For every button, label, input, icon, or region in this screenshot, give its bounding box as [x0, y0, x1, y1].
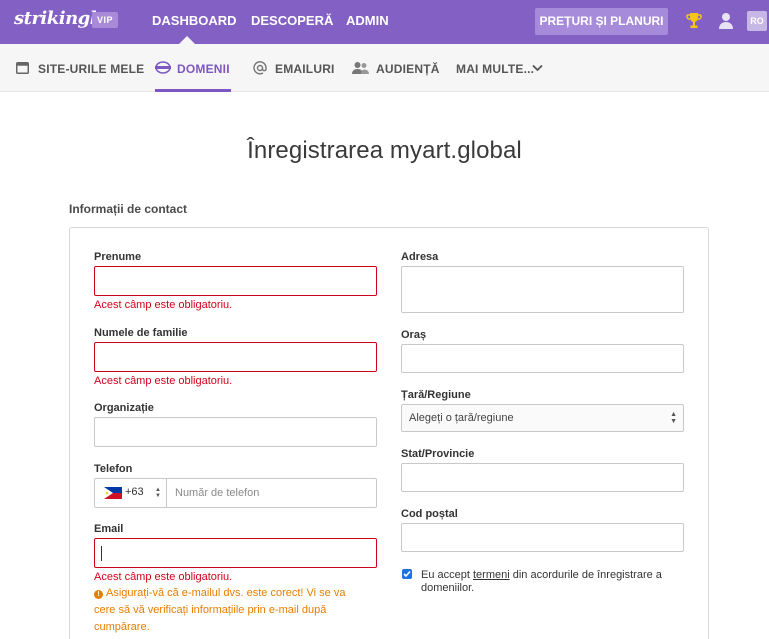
active-tab-indicator — [155, 89, 231, 92]
tab-label: SITE-URILE MELE — [38, 62, 145, 76]
language-selector[interactable]: RO — [747, 11, 767, 31]
city-label: Oraș — [401, 329, 427, 341]
state-label: Stat/Provincie — [401, 448, 475, 460]
country-code: +63 — [125, 486, 144, 498]
country-label: Țară/Regiune — [401, 389, 471, 401]
checkmark-icon — [403, 570, 411, 578]
last-name-error: Acest câmp este obligatoriu. — [94, 375, 233, 387]
vip-badge: VIP — [92, 12, 119, 28]
tab-my-sites[interactable]: SITE-URILE MELE — [16, 44, 144, 92]
email-label: Email — [94, 523, 124, 535]
country-select[interactable]: Alegeți o țară/regiune ▲ ▼ — [401, 404, 684, 432]
globe-icon — [155, 61, 171, 74]
terms-checkbox[interactable] — [402, 569, 412, 579]
address-label: Adresa — [401, 251, 439, 263]
country-code-select[interactable]: +63 ▲ ▼ — [95, 479, 167, 507]
nav-admin[interactable]: ADMIN — [346, 0, 389, 44]
address-input[interactable] — [401, 266, 684, 313]
postal-code-input[interactable] — [401, 523, 684, 552]
calendar-icon — [16, 62, 29, 74]
warning-icon: ! — [94, 590, 103, 599]
domains-subnav: SITE-URILE MELE DOMENII EMAILURI AUDIENȚ… — [0, 44, 769, 92]
contact-info-heading: Informații de contact — [69, 202, 188, 216]
phone-field: +63 ▲ ▼ Număr de telefon — [94, 478, 377, 508]
top-navbar: strikingly VIP DASHBOARD DESCOPERĂ ADMIN… — [0, 0, 769, 44]
philippines-flag-icon — [104, 487, 122, 499]
trophy-icon[interactable] — [686, 12, 702, 30]
state-input[interactable] — [401, 463, 684, 492]
tab-audience[interactable]: AUDIENȚĂ — [352, 44, 442, 92]
last-name-input[interactable] — [94, 342, 377, 372]
email-warning: ! Asigurați-vă că e-mailul dvs. este core… — [94, 585, 364, 636]
active-nav-caret — [179, 36, 195, 44]
tab-label: AUDIENȚĂ — [376, 62, 440, 76]
page-title: Înregistrarea myart.global — [247, 137, 522, 164]
first-name-error: Acest câmp este obligatoriu. — [94, 299, 233, 311]
phone-number-input[interactable]: Număr de telefon — [175, 479, 259, 507]
organization-input[interactable] — [94, 417, 377, 447]
text-cursor — [101, 546, 102, 561]
phone-label: Telefon — [94, 463, 133, 475]
people-icon — [352, 62, 369, 74]
email-input[interactable] — [94, 538, 377, 568]
country-selected: Alegeți o țară/regiune — [409, 412, 514, 424]
tab-emails[interactable]: EMAILURI — [253, 44, 338, 92]
select-arrows-icon: ▲ ▼ — [670, 411, 677, 425]
tab-more[interactable]: MAI MULTE... — [456, 44, 546, 92]
first-name-label: Prenume — [94, 251, 142, 263]
email-warning-text: Asigurați-vă că e-mailul dvs. este corec… — [94, 587, 346, 633]
email-error: Acest câmp este obligatoriu. — [94, 571, 233, 583]
postal-code-label: Cod poștal — [401, 508, 458, 520]
terms-text: Eu accept termeni din acordurile de înre… — [421, 569, 691, 595]
tab-domains[interactable]: DOMENII — [155, 44, 235, 92]
pricing-plans-button[interactable]: PREȚURI ȘI PLANURI — [535, 8, 668, 35]
terms-link[interactable]: termeni — [473, 569, 510, 581]
at-icon — [253, 61, 267, 75]
select-arrows-icon: ▲ ▼ — [155, 487, 161, 499]
nav-descopera[interactable]: DESCOPERĂ — [251, 0, 333, 44]
tab-label: DOMENII — [177, 62, 230, 76]
user-icon[interactable] — [718, 12, 734, 30]
last-name-label: Numele de familie — [94, 327, 188, 339]
tab-label: MAI MULTE... — [456, 62, 535, 76]
organization-label: Organizație — [94, 402, 154, 414]
first-name-input[interactable] — [94, 266, 377, 296]
terms-prefix: Eu accept — [421, 569, 473, 581]
chevron-down-icon — [532, 64, 543, 72]
city-input[interactable] — [401, 344, 684, 373]
tab-label: EMAILURI — [275, 62, 335, 76]
